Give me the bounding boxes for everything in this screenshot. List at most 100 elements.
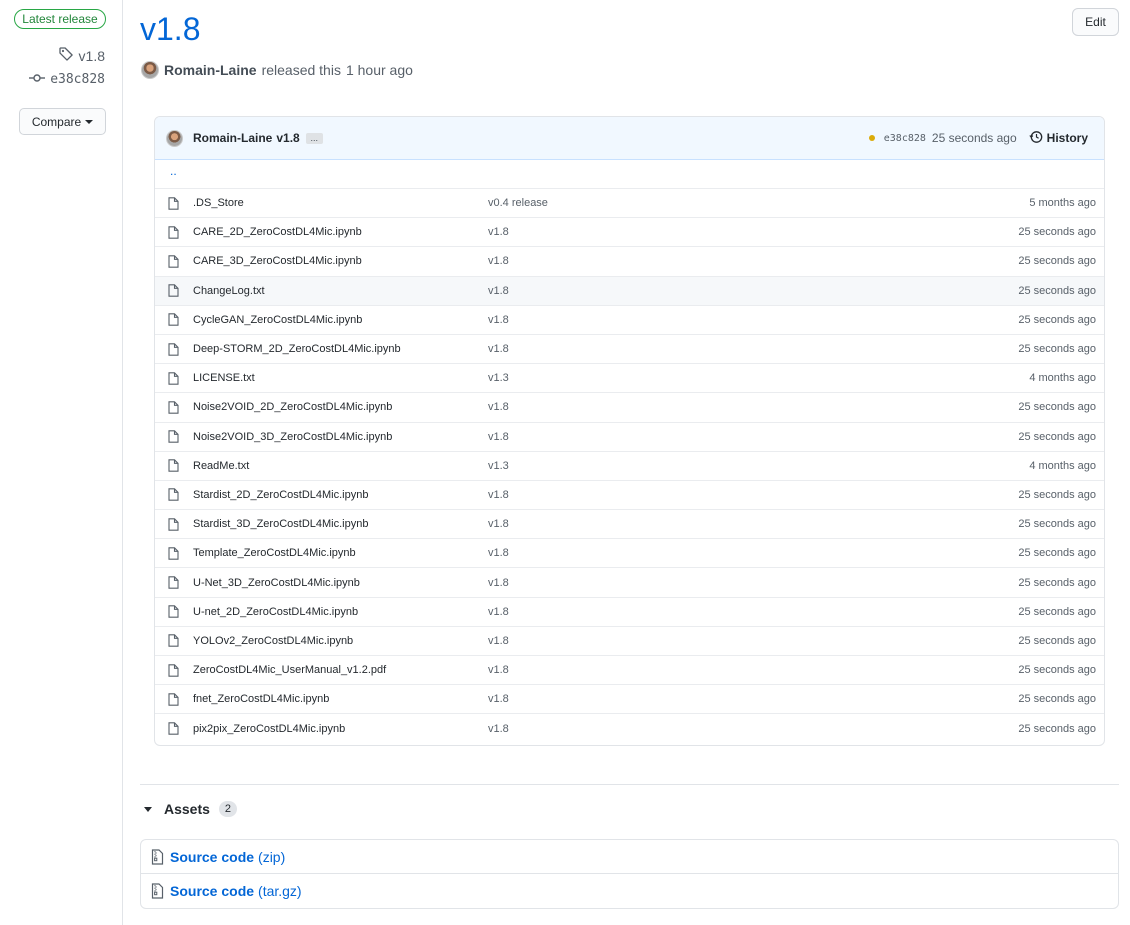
file-commit-message[interactable]: v1.8 <box>488 401 908 413</box>
file-icon <box>168 196 180 210</box>
file-commit-message[interactable]: v1.8 <box>488 431 908 443</box>
release-author[interactable]: Romain-Laine <box>164 62 257 78</box>
file-name[interactable]: Noise2VOID_3D_ZeroCostDL4Mic.ipynb <box>193 431 488 443</box>
file-commit-message[interactable]: v1.8 <box>488 314 908 326</box>
release-title[interactable]: v1.8 <box>140 11 200 48</box>
status-pending-icon[interactable] <box>868 135 875 141</box>
file-commit-message[interactable]: v1.8 <box>488 664 908 676</box>
parent-directory-link[interactable]: .. <box>155 160 1104 189</box>
file-commit-message[interactable]: v1.8 <box>488 489 908 501</box>
file-commit-message[interactable]: v1.8 <box>488 635 908 647</box>
file-row[interactable]: Noise2VOID_3D_ZeroCostDL4Mic.ipynb v1.8 25… <box>155 423 1104 452</box>
file-age: 25 seconds ago <box>1018 634 1096 647</box>
file-row[interactable]: U-Net_3D_ZeroCostDL4Mic.ipynb v1.8 25 seco… <box>155 568 1104 598</box>
file-row[interactable]: CycleGAN_ZeroCostDL4Mic.ipynb v1.8 25 seco… <box>155 306 1104 335</box>
file-commit-message[interactable]: v1.8 <box>488 723 908 735</box>
commit-sha[interactable]: e38c828 <box>884 133 926 144</box>
triangle-down-icon <box>144 806 152 812</box>
history-label: History <box>1046 131 1088 145</box>
file-row[interactable]: Deep-STORM_2D_ZeroCostDL4Mic.ipynb v1.8 25… <box>155 335 1104 365</box>
file-name[interactable]: Noise2VOID_2D_ZeroCostDL4Mic.ipynb <box>193 401 488 413</box>
file-commit-message[interactable]: v1.3 <box>488 460 908 472</box>
compare-button-label: Compare <box>31 114 82 129</box>
file-row[interactable]: LICENSE.txt v1.3 4 months ago <box>155 364 1104 394</box>
file-commit-message[interactable]: v1.8 <box>488 606 908 618</box>
file-name[interactable]: ReadMe.txt <box>193 460 488 472</box>
file-name[interactable]: ZeroCostDL4Mic_UserManual_v1.2.pdf <box>193 664 488 676</box>
file-name[interactable]: ChangeLog.txt <box>193 285 488 297</box>
release-tag-label: v1.8 <box>78 47 105 64</box>
avatar[interactable] <box>166 129 183 147</box>
file-icon <box>168 371 180 385</box>
release-byline: Romain-Laine released this 1 hour ago <box>141 61 413 79</box>
file-name[interactable]: .DS_Store <box>193 197 488 209</box>
file-name[interactable]: CARE_3D_ZeroCostDL4Mic.ipynb <box>193 255 488 267</box>
file-icon <box>168 342 180 356</box>
file-name[interactable]: pix2pix_ZeroCostDL4Mic.ipynb <box>193 723 488 735</box>
release-commit-link[interactable]: e38c828 <box>29 72 105 87</box>
file-name[interactable]: YOLOv2_ZeroCostDL4Mic.ipynb <box>193 635 488 647</box>
latest-commit-bar: Romain-Laine v1.8 ... e38c828 25 seconds… <box>155 117 1104 160</box>
file-name[interactable]: Deep-STORM_2D_ZeroCostDL4Mic.ipynb <box>193 343 488 355</box>
file-row[interactable]: U-net_2D_ZeroCostDL4Mic.ipynb v1.8 25 seco… <box>155 598 1104 627</box>
expand-commit-button[interactable]: ... <box>305 132 323 144</box>
file-row[interactable]: Stardist_2D_ZeroCostDL4Mic.ipynb v1.8 25 s… <box>155 481 1104 511</box>
file-icon <box>168 401 180 414</box>
file-age: 25 seconds ago <box>1018 722 1096 735</box>
file-commit-message[interactable]: v1.8 <box>488 547 908 559</box>
file-name[interactable]: U-Net_3D_ZeroCostDL4Mic.ipynb <box>193 577 488 589</box>
file-icon <box>168 634 180 648</box>
file-row[interactable]: ZeroCostDL4Mic_UserManual_v1.2.pdf v1.8 25… <box>155 656 1104 686</box>
file-age: 25 seconds ago <box>1018 401 1096 414</box>
commit-message[interactable]: v1.8 <box>276 131 299 145</box>
assets-toggle[interactable]: Assets 2 <box>144 801 238 817</box>
file-age: 25 seconds ago <box>1018 488 1096 501</box>
file-name[interactable]: LICENSE.txt <box>193 372 488 384</box>
file-row[interactable]: Stardist_3D_ZeroCostDL4Mic.ipynb v1.8 25 s… <box>155 510 1104 540</box>
file-name[interactable]: Stardist_3D_ZeroCostDL4Mic.ipynb <box>193 518 488 530</box>
file-name[interactable]: CARE_2D_ZeroCostDL4Mic.ipynb <box>193 226 488 238</box>
file-commit-message[interactable]: v0.4 release <box>488 197 908 209</box>
file-name[interactable]: U-net_2D_ZeroCostDL4Mic.ipynb <box>193 606 488 618</box>
file-name[interactable]: Template_ZeroCostDL4Mic.ipynb <box>193 547 488 559</box>
zip-icon <box>151 848 164 865</box>
asset-source-zip[interactable]: Source code (zip) <box>141 840 1118 874</box>
file-commit-message[interactable]: v1.8 <box>488 285 908 297</box>
file-commit-message[interactable]: v1.8 <box>488 255 908 267</box>
edit-button[interactable]: Edit <box>1072 8 1119 36</box>
file-row[interactable]: pix2pix_ZeroCostDL4Mic.ipynb v1.8 25 secon… <box>155 714 1104 743</box>
assets-list: Source code (zip) Source code (tar.gz) <box>140 839 1119 909</box>
file-name[interactable]: CycleGAN_ZeroCostDL4Mic.ipynb <box>193 314 488 326</box>
release-commit-sha: e38c828 <box>50 72 105 87</box>
file-icon <box>168 284 180 297</box>
history-link[interactable]: History <box>1029 130 1088 147</box>
file-commit-message[interactable]: v1.3 <box>488 372 908 384</box>
file-commit-message[interactable]: v1.8 <box>488 343 908 355</box>
compare-button[interactable]: Compare <box>19 108 106 135</box>
commit-author[interactable]: Romain-Laine <box>193 131 272 145</box>
file-name[interactable]: fnet_ZeroCostDL4Mic.ipynb <box>193 693 488 705</box>
file-row[interactable]: ChangeLog.txt v1.8 25 seconds ago <box>155 276 1104 306</box>
file-icon <box>168 576 180 589</box>
file-row[interactable]: fnet_ZeroCostDL4Mic.ipynb v1.8 25 seconds … <box>155 685 1104 715</box>
file-row[interactable]: CARE_3D_ZeroCostDL4Mic.ipynb v1.8 25 secon… <box>155 247 1104 277</box>
file-commit-message[interactable]: v1.8 <box>488 577 908 589</box>
release-tag-link[interactable]: v1.8 <box>58 46 105 65</box>
file-commit-message[interactable]: v1.8 <box>488 693 908 705</box>
file-commit-message[interactable]: v1.8 <box>488 518 908 530</box>
file-row[interactable]: CARE_2D_ZeroCostDL4Mic.ipynb v1.8 25 secon… <box>155 218 1104 248</box>
file-row[interactable]: Template_ZeroCostDL4Mic.ipynb v1.8 25 seco… <box>155 539 1104 569</box>
asset-name: Source code <box>170 883 255 899</box>
file-name[interactable]: Stardist_2D_ZeroCostDL4Mic.ipynb <box>193 489 488 501</box>
file-row[interactable]: .DS_Store v0.4 release 5 months ago <box>155 189 1104 219</box>
commit-meta: e38c828 25 seconds ago History <box>868 130 1088 147</box>
file-age: 4 months ago <box>1029 459 1096 472</box>
file-age: 25 seconds ago <box>1018 664 1096 677</box>
file-row[interactable]: Noise2VOID_2D_ZeroCostDL4Mic.ipynb v1.8 25… <box>155 393 1104 423</box>
file-age: 25 seconds ago <box>1018 430 1096 443</box>
file-row[interactable]: ReadMe.txt v1.3 4 months ago <box>155 452 1104 481</box>
avatar[interactable] <box>141 61 159 79</box>
asset-source-targz[interactable]: Source code (tar.gz) <box>141 874 1118 908</box>
file-row[interactable]: YOLOv2_ZeroCostDL4Mic.ipynb v1.8 25 second… <box>155 627 1104 656</box>
file-commit-message[interactable]: v1.8 <box>488 226 908 238</box>
